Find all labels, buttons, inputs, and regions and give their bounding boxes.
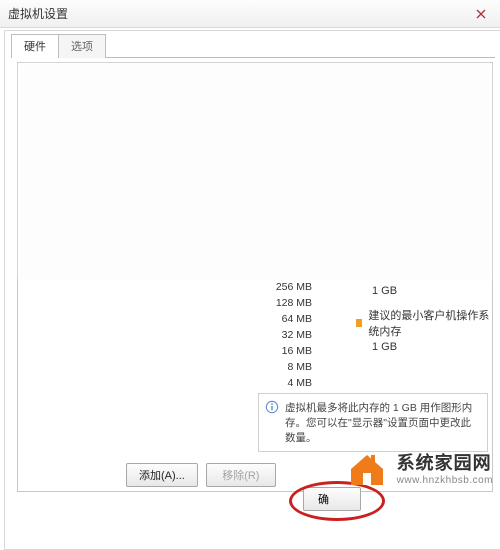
ok-button[interactable]: 确 [303,487,361,511]
mem-tick: 256 MB [260,279,312,295]
window-title: 虚拟机设置 [8,5,68,22]
watermark-title: 系统家园网 [397,449,493,475]
house-icon [345,445,389,489]
info-icon [265,400,279,414]
tab-options[interactable]: 选项 [58,34,106,58]
add-button[interactable]: 添加(A)... [126,463,198,487]
close-icon[interactable] [468,5,494,23]
tab-strip: 硬件 选项 [11,33,500,57]
title-bar: 虚拟机设置 [0,0,500,28]
mem-tick: 64 MB [260,311,312,327]
graphics-note-text: 虚拟机最多将此内存的 1 GB 用作图形内存。您可以在"显示器"设置页面中更改此… [285,400,481,445]
watermark: 系统家园网 www.hnzkhbsb.com [345,445,493,489]
memory-recommendation: 1 GB 建议的最小客户机操作系统内存 1 GB [356,283,492,353]
legend-square-icon [356,319,362,327]
memory-current: 1 GB [372,285,492,297]
memory-rec-value: 1 GB [372,341,492,353]
mem-tick: 4 MB [260,375,312,391]
hardware-panel: 256 MB 128 MB 64 MB 32 MB 16 MB 8 MB 4 M… [17,62,493,492]
mem-tick: 128 MB [260,295,312,311]
dialog-body: 硬件 选项 256 MB 128 MB 64 MB 32 MB 16 MB 8 … [4,30,500,550]
mem-tick: 8 MB [260,359,312,375]
mem-tick: 16 MB [260,343,312,359]
remove-button: 移除(R) [206,463,276,487]
watermark-url: www.hnzkhbsb.com [397,475,493,486]
memory-scale: 256 MB 128 MB 64 MB 32 MB 16 MB 8 MB 4 M… [260,279,312,391]
memory-rec-label: 建议的最小客户机操作系统内存 [368,307,492,339]
device-buttons: 添加(A)... 移除(R) [126,463,276,487]
blurred-region [19,64,491,279]
window-controls [468,5,494,23]
graphics-memory-note: 虚拟机最多将此内存的 1 GB 用作图形内存。您可以在"显示器"设置页面中更改此… [258,393,488,452]
tab-hardware[interactable]: 硬件 [11,34,59,58]
mem-tick: 32 MB [260,327,312,343]
